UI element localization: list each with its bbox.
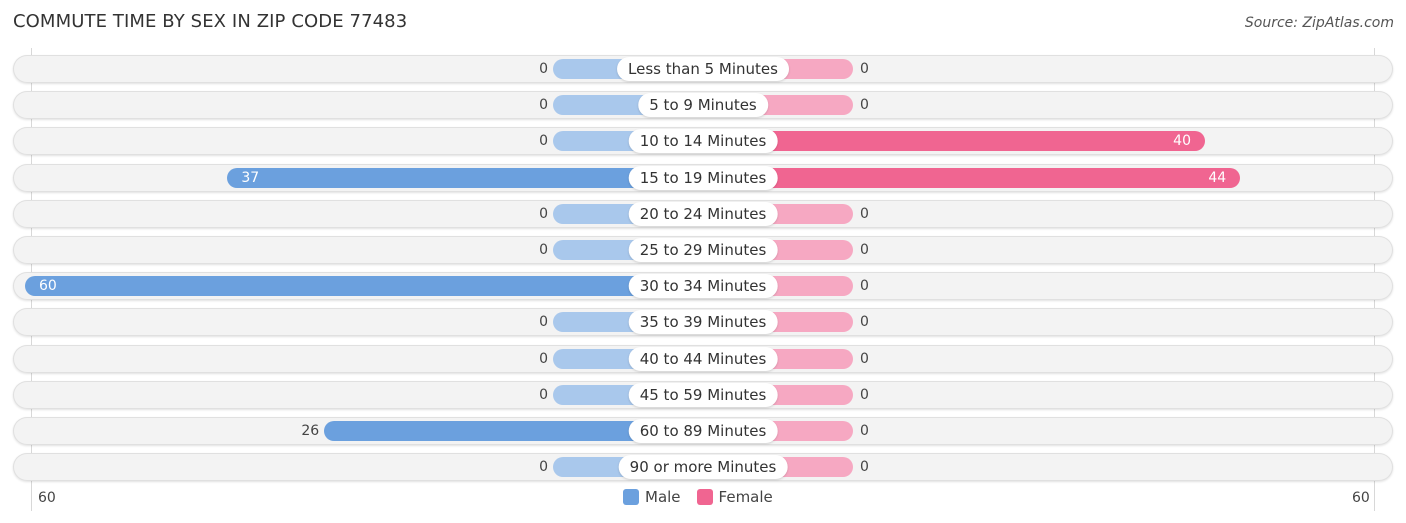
category-label: 25 to 29 Minutes: [628, 238, 778, 262]
value-label-female: 0: [860, 459, 869, 476]
legend-swatch-male: [623, 489, 639, 505]
category-label: 10 to 14 Minutes: [628, 129, 778, 154]
value-label-female: 0: [860, 97, 869, 114]
value-label-female: 0: [860, 314, 869, 331]
value-label-female: 44: [1208, 169, 1227, 186]
value-label-male: 0: [539, 61, 548, 77]
bar-female: [703, 131, 1205, 152]
value-label-female: 40: [1173, 133, 1191, 150]
value-label-male: 0: [539, 459, 548, 476]
value-label-female: 0: [860, 242, 869, 258]
axis-label-left: 60: [38, 490, 56, 506]
value-label-female: 0: [860, 278, 869, 295]
legend-item-female: Female: [696, 488, 773, 506]
bar-female: [703, 167, 1241, 188]
value-label-male: 0: [539, 205, 548, 222]
value-label-male: 0: [539, 350, 548, 367]
value-label-male: 0: [539, 242, 548, 258]
category-label: 20 to 24 Minutes: [628, 201, 778, 226]
category-label: 30 to 34 Minutes: [628, 274, 778, 299]
bar-male: [25, 276, 703, 297]
value-label-male: 0: [539, 314, 548, 331]
value-label-male: 0: [539, 386, 548, 403]
value-label-male: 26: [301, 423, 320, 439]
value-label-male: 37: [241, 169, 260, 186]
legend-label-female: Female: [718, 488, 773, 506]
value-label-female: 0: [860, 386, 869, 403]
category-label: 5 to 9 Minutes: [638, 93, 768, 118]
value-label-male: 0: [539, 133, 548, 150]
category-label: 15 to 19 Minutes: [628, 165, 778, 190]
source-label: Source: ZipAtlas.com: [1244, 15, 1394, 31]
value-label-male: 60: [39, 278, 57, 295]
category-label: 60 to 89 Minutes: [628, 419, 778, 443]
category-label: 45 to 59 Minutes: [628, 382, 778, 407]
legend-label-male: Male: [645, 488, 681, 506]
value-label-male: 0: [539, 97, 548, 114]
value-label-female: 0: [860, 423, 869, 439]
category-label: 40 to 44 Minutes: [628, 346, 778, 371]
value-label-female: 0: [860, 350, 869, 367]
legend-swatch-female: [696, 489, 713, 505]
legend-item-male: Male: [623, 488, 681, 506]
axis-label-right: 60: [1352, 490, 1370, 506]
value-label-female: 0: [860, 205, 869, 222]
category-label: 35 to 39 Minutes: [628, 310, 778, 335]
chart-title: COMMUTE TIME BY SEX IN ZIP CODE 77483: [13, 11, 408, 32]
category-label: 90 or more Minutes: [618, 455, 788, 480]
value-label-female: 0: [860, 61, 869, 77]
category-label: Less than 5 Minutes: [617, 57, 789, 81]
legend: Male Female: [623, 488, 789, 506]
